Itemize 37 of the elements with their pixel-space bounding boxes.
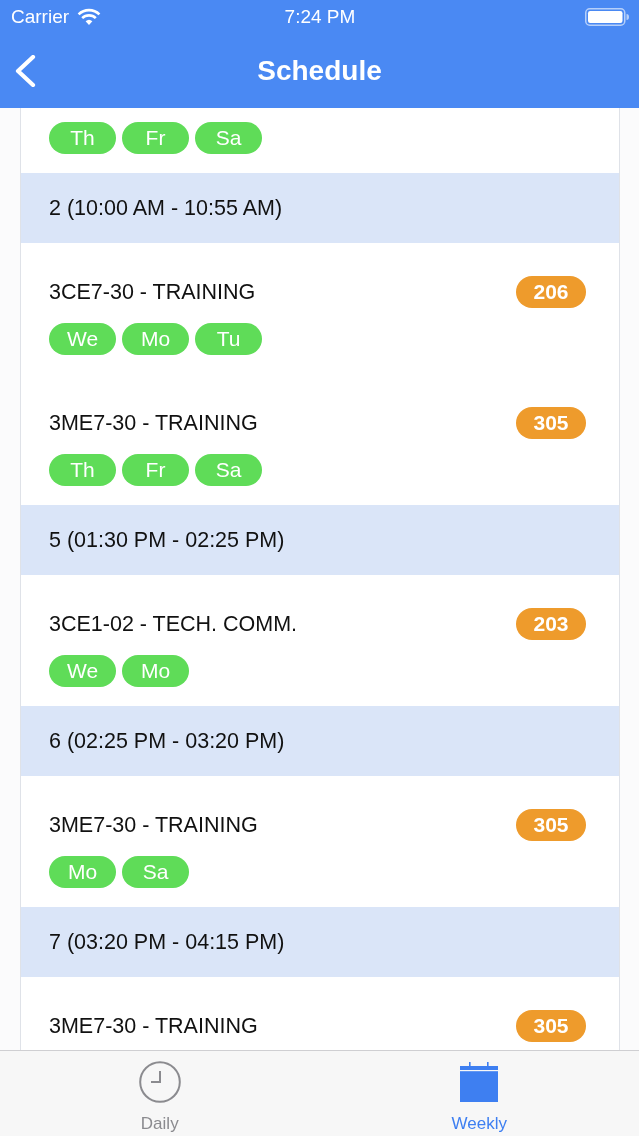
- course-title: 3ME7-30 - TRAINING: [49, 811, 258, 839]
- period-header: 5 (01:30 PM - 02:25 PM): [21, 505, 619, 575]
- wifi-icon: [77, 8, 102, 26]
- course-title: 3ME7-30 - TRAINING: [49, 409, 258, 437]
- day-tag: Th: [49, 122, 116, 154]
- room-tag: 305: [516, 809, 586, 841]
- day-tag: Fr: [122, 454, 189, 486]
- day-tag: Fr: [122, 122, 189, 154]
- calendar-icon: [458, 1060, 501, 1103]
- day-tag: Mo: [122, 655, 189, 687]
- clock-icon: [138, 1060, 181, 1103]
- tab-button[interactable]: Daily: [0, 1050, 320, 1136]
- period-header: 2 (10:00 AM - 10:55 AM): [21, 173, 619, 243]
- period-header: 6 (02:25 PM - 03:20 PM): [21, 706, 619, 776]
- battery-icon: [585, 8, 629, 26]
- back-icon[interactable]: [13, 55, 37, 87]
- period-header: 7 (03:20 PM - 04:15 PM): [21, 907, 619, 977]
- room-tag: 206: [516, 276, 586, 308]
- status-time: 7:24 PM: [284, 4, 356, 29]
- day-tag: Mo: [49, 856, 116, 888]
- course-title: 3CE1-02 - TECH. COMM.: [49, 610, 298, 638]
- room-tag: 305: [516, 1010, 586, 1042]
- day-tag: Sa: [195, 454, 262, 486]
- day-tag: Sa: [122, 856, 189, 888]
- room-tag: 305: [516, 407, 586, 439]
- day-tag: Th: [49, 454, 116, 486]
- day-tag: We: [49, 655, 116, 687]
- course-title: 3ME7-30 - TRAINING: [49, 1012, 258, 1040]
- page-title: Schedule: [256, 54, 383, 88]
- tab-button[interactable]: Weekly: [319, 1050, 639, 1136]
- day-tag: Sa: [195, 122, 262, 154]
- room-tag: 203: [516, 608, 586, 640]
- day-tag: We: [49, 323, 116, 355]
- day-tag: Mo: [122, 323, 189, 355]
- carrier-label: Carrier: [11, 4, 70, 29]
- course-title: 3CE7-30 - TRAINING: [49, 278, 256, 306]
- day-tag: Tu: [195, 323, 262, 355]
